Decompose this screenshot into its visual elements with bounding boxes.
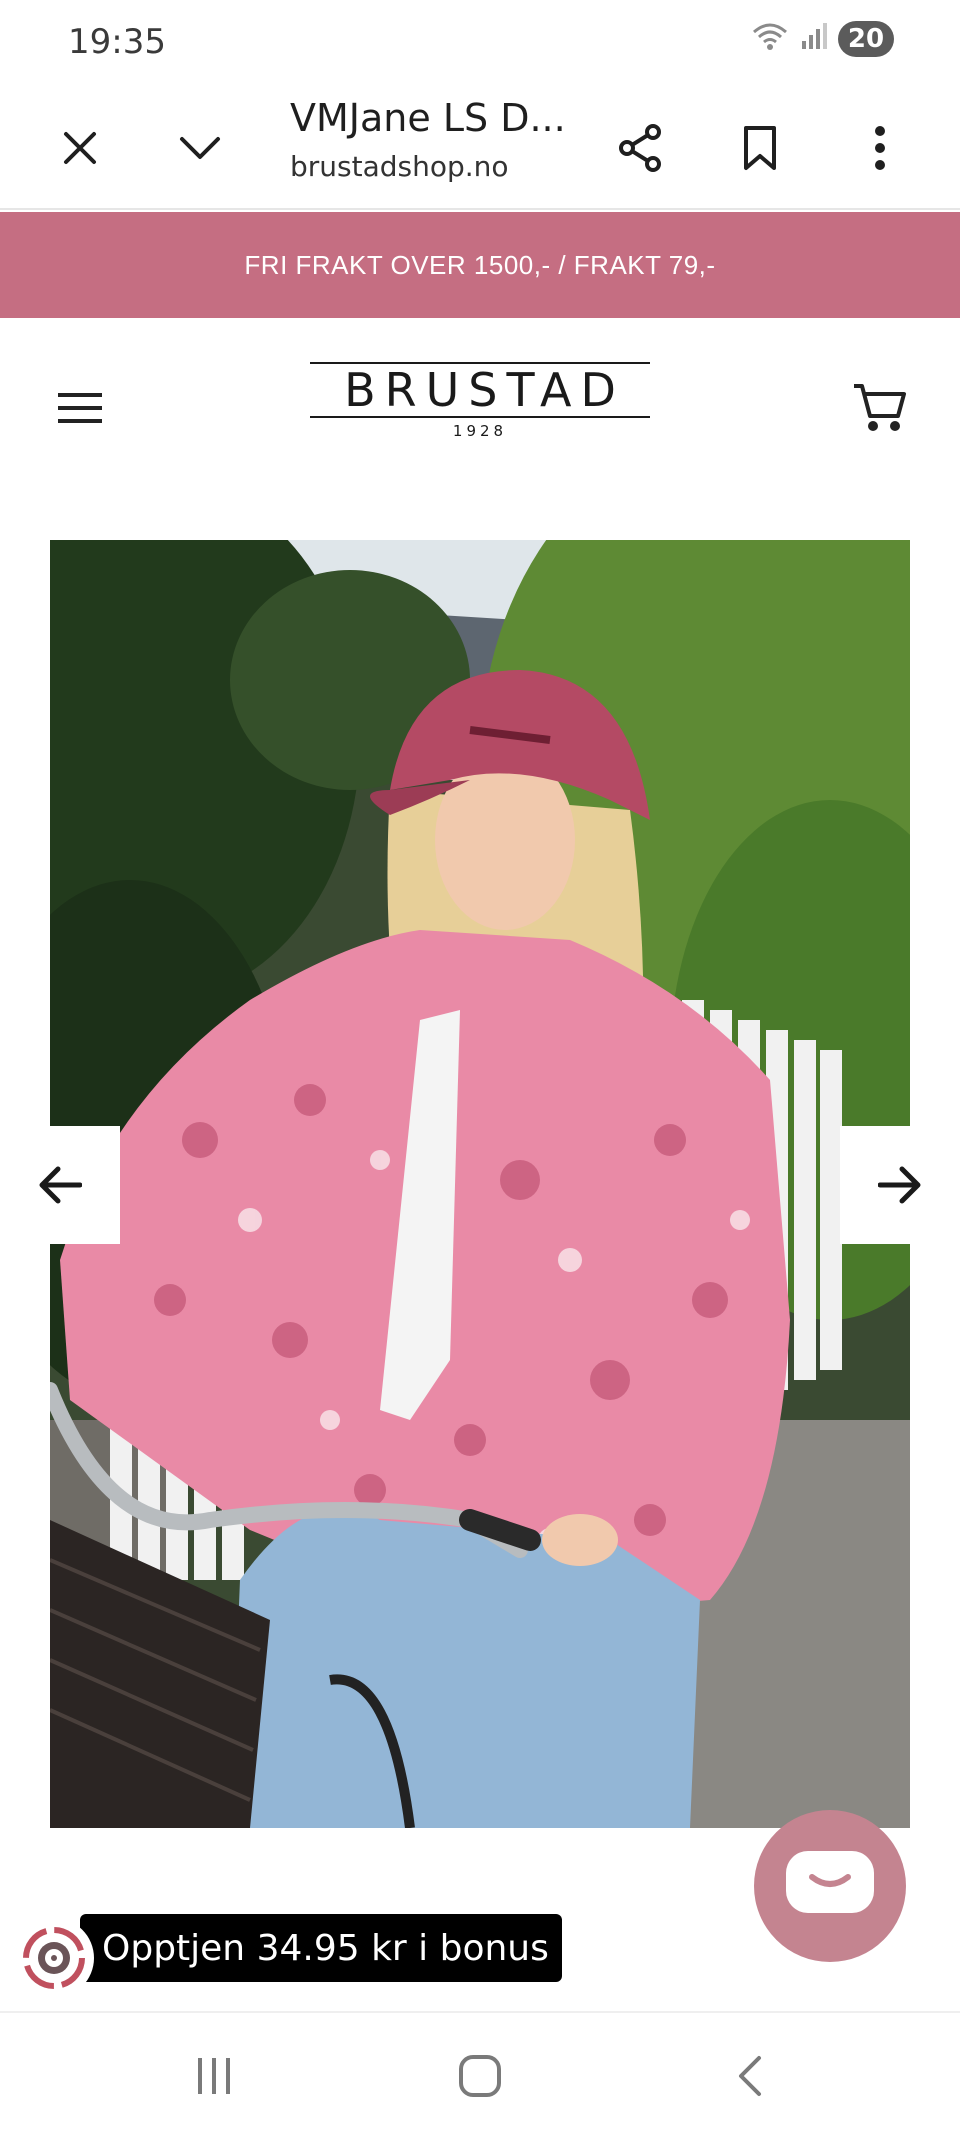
bonus-launcher[interactable] <box>14 1918 94 1998</box>
cart-button[interactable] <box>840 368 920 448</box>
arrow-left-icon <box>39 1166 82 1204</box>
product-image[interactable] <box>50 540 910 1828</box>
carousel-prev-button[interactable] <box>0 1126 120 1244</box>
share-button[interactable] <box>600 108 680 188</box>
bookmark-button[interactable] <box>720 108 800 188</box>
signal-icon <box>800 21 828 56</box>
bookmark-icon <box>744 126 776 170</box>
system-nav-bar <box>0 2011 960 2133</box>
more-vert-icon <box>875 126 885 170</box>
tab-url[interactable]: brustadshop.no <box>290 150 509 183</box>
recents-button[interactable] <box>164 2041 264 2111</box>
brand-logo[interactable]: BRUSTAD 1928 <box>310 362 650 440</box>
bonus-icon <box>23 1927 85 1989</box>
bonus-text: Opptjen 34.95 kr i bonus <box>102 1927 549 1969</box>
back-button[interactable] <box>700 2041 800 2111</box>
chevron-down-icon <box>180 137 220 159</box>
status-bar: 19:35 20 <box>0 0 960 80</box>
more-options-button[interactable] <box>840 108 920 188</box>
site-header: BRUSTAD 1928 <box>0 318 960 488</box>
product-photo <box>50 540 910 1828</box>
close-button[interactable] <box>40 108 120 188</box>
home-icon <box>459 2055 501 2097</box>
hamburger-menu-icon <box>58 393 102 423</box>
chat-icon <box>786 1851 874 1913</box>
battery-icon: 20 <box>838 20 894 57</box>
minimize-tab-button[interactable] <box>160 108 240 188</box>
browser-toolbar: VMJane LS D... brustadshop.no <box>0 80 960 210</box>
share-icon <box>619 124 661 172</box>
free-shipping-text: FRI FRAKT OVER 1500,- / FRAKT 79,- <box>244 249 716 280</box>
cart-icon <box>854 384 906 431</box>
chat-button[interactable] <box>754 1810 906 1962</box>
logo-year: 1928 <box>452 422 508 440</box>
arrow-right-icon <box>878 1166 921 1204</box>
carousel-next-button[interactable] <box>840 1126 960 1244</box>
free-shipping-banner: FRI FRAKT OVER 1500,- / FRAKT 79,- <box>0 212 960 318</box>
close-icon <box>64 132 96 164</box>
menu-button[interactable] <box>40 368 120 448</box>
status-time: 19:35 <box>68 22 166 62</box>
wifi-icon <box>750 20 790 57</box>
tab-title[interactable]: VMJane LS D... <box>290 96 580 140</box>
home-button[interactable] <box>430 2041 530 2111</box>
recents-icon <box>198 2058 230 2094</box>
status-icons: 20 <box>750 20 894 57</box>
bonus-banner[interactable]: Opptjen 34.95 kr i bonus <box>80 1914 562 1982</box>
back-icon <box>739 2056 761 2096</box>
logo-text: BRUSTAD <box>344 363 625 417</box>
